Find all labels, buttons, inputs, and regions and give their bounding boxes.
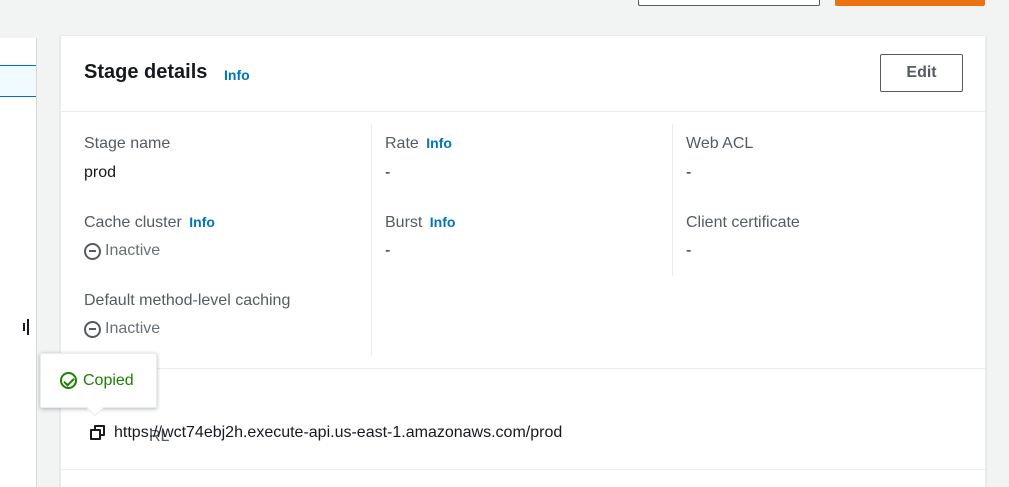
title-info-link[interactable]: Info [224,67,250,83]
section-divider [61,469,985,470]
card-title: Stage details [84,61,208,83]
default-caching-value: Inactive [105,320,161,337]
cache-cluster-label: Cache cluster Info [84,214,215,232]
stage-name-value: prod [84,164,117,181]
burst-label: Burst Info [385,214,455,232]
burst-label-text: Burst [385,214,423,231]
web-acl-value: - [686,164,692,181]
burst-value: - [385,242,391,259]
card-header: Stage details Info Edit [61,36,985,112]
section-divider [61,368,985,369]
stage-name-label: Stage name [84,135,171,152]
copied-tooltip: Copied [40,353,157,417]
nav-selected-item[interactable] [0,65,36,97]
column-divider [672,124,673,276]
stage-details-card: Stage details Info Edit Stage name prod … [60,35,986,487]
rate-label-text: Rate [385,135,419,152]
invoke-url-value: https://wct74ebj2h.execute-api.us-east-1… [114,424,563,441]
client-certificate-value: - [686,242,692,259]
edit-button[interactable]: Edit [880,54,963,92]
copy-icon[interactable] [90,425,106,441]
default-caching-status: Inactive [84,320,160,338]
cache-cluster-value: Inactive [105,242,161,259]
success-check-icon [60,372,77,389]
rate-value: - [385,164,391,181]
stopped-status-icon [84,320,101,338]
client-certificate-label: Client certificate [686,214,800,231]
cache-cluster-info-link[interactable]: Info [189,214,215,230]
column-divider [371,124,372,356]
cache-cluster-status: Inactive [84,242,160,260]
resize-handle-icon[interactable] [23,318,31,336]
web-acl-label: Web ACL [686,135,754,152]
burst-info-link[interactable]: Info [430,214,456,230]
invoke-url-row: https://wct74ebj2h.execute-api.us-east-1… [90,424,562,442]
rate-label: Rate Info [385,135,452,153]
primary-action-button[interactable] [835,0,985,6]
secondary-action-button[interactable] [638,0,820,6]
side-navigation [0,38,37,487]
stopped-status-icon [84,242,101,260]
cache-cluster-label-text: Cache cluster [84,214,182,231]
default-caching-label: Default method-level caching [84,292,291,309]
tooltip-text: Copied [83,371,134,389]
rate-info-link[interactable]: Info [426,135,452,151]
